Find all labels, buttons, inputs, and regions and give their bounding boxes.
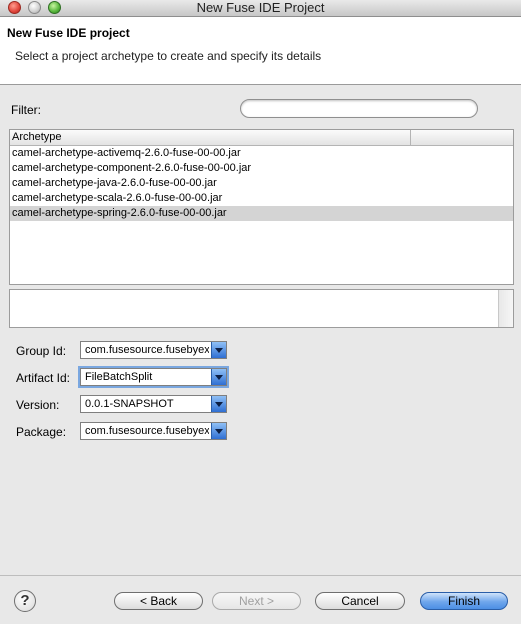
dropdown-arrow-icon[interactable] — [211, 369, 226, 385]
package-value[interactable]: com.fusesource.fusebyexample — [85, 423, 209, 439]
page-description: Select a project archetype to create and… — [15, 49, 322, 63]
dropdown-arrow-icon[interactable] — [211, 423, 226, 439]
archetype-description — [9, 289, 514, 328]
table-row[interactable]: camel-archetype-activemq-2.6.0-fuse-00-0… — [10, 146, 513, 161]
dropdown-arrow-icon[interactable] — [211, 342, 226, 358]
package-combo[interactable]: com.fusesource.fusebyexample — [80, 422, 227, 440]
table-header: Archetype — [10, 130, 513, 146]
help-icon[interactable]: ? — [14, 590, 36, 612]
group-id-label: Group Id: — [16, 344, 67, 358]
group-id-combo[interactable]: com.fusesource.fusebyexample — [80, 341, 227, 359]
window-title: New Fuse IDE Project — [196, 0, 325, 15]
version-label: Version: — [16, 398, 60, 412]
table-row[interactable]: camel-archetype-component-2.6.0-fuse-00-… — [10, 161, 513, 176]
cancel-button[interactable]: Cancel — [315, 592, 405, 610]
next-button[interactable]: Next > — [212, 592, 301, 610]
artifact-id-combo[interactable]: FileBatchSplit — [80, 368, 227, 386]
table-row-selected[interactable]: camel-archetype-spring-2.6.0-fuse-00-00.… — [10, 206, 513, 221]
finish-button[interactable]: Finish — [420, 592, 508, 610]
filter-input[interactable] — [240, 99, 478, 118]
page-title: New Fuse IDE project — [7, 26, 130, 40]
column-header-archetype[interactable]: Archetype — [12, 130, 62, 145]
window-titlebar: New Fuse IDE Project — [0, 0, 521, 17]
back-button[interactable]: < Back — [114, 592, 203, 610]
archetype-table[interactable]: Archetype camel-archetype-activemq-2.6.0… — [9, 129, 514, 285]
package-label: Package: — [16, 425, 67, 439]
button-bar-separator — [0, 575, 521, 576]
description-scrollbar[interactable] — [498, 290, 513, 327]
dropdown-arrow-icon[interactable] — [211, 396, 226, 412]
column-divider — [410, 130, 411, 145]
version-combo[interactable]: 0.0.1-SNAPSHOT — [80, 395, 227, 413]
wizard-banner: New Fuse IDE project Select a project ar… — [0, 17, 521, 85]
version-value[interactable]: 0.0.1-SNAPSHOT — [85, 396, 209, 412]
table-row[interactable]: camel-archetype-java-2.6.0-fuse-00-00.ja… — [10, 176, 513, 191]
artifact-id-label: Artifact Id: — [16, 371, 71, 385]
filter-label: Filter: — [11, 103, 41, 117]
table-row[interactable]: camel-archetype-scala-2.6.0-fuse-00-00.j… — [10, 191, 513, 206]
artifact-id-value[interactable]: FileBatchSplit — [85, 369, 209, 385]
group-id-value[interactable]: com.fusesource.fusebyexample — [85, 342, 209, 358]
